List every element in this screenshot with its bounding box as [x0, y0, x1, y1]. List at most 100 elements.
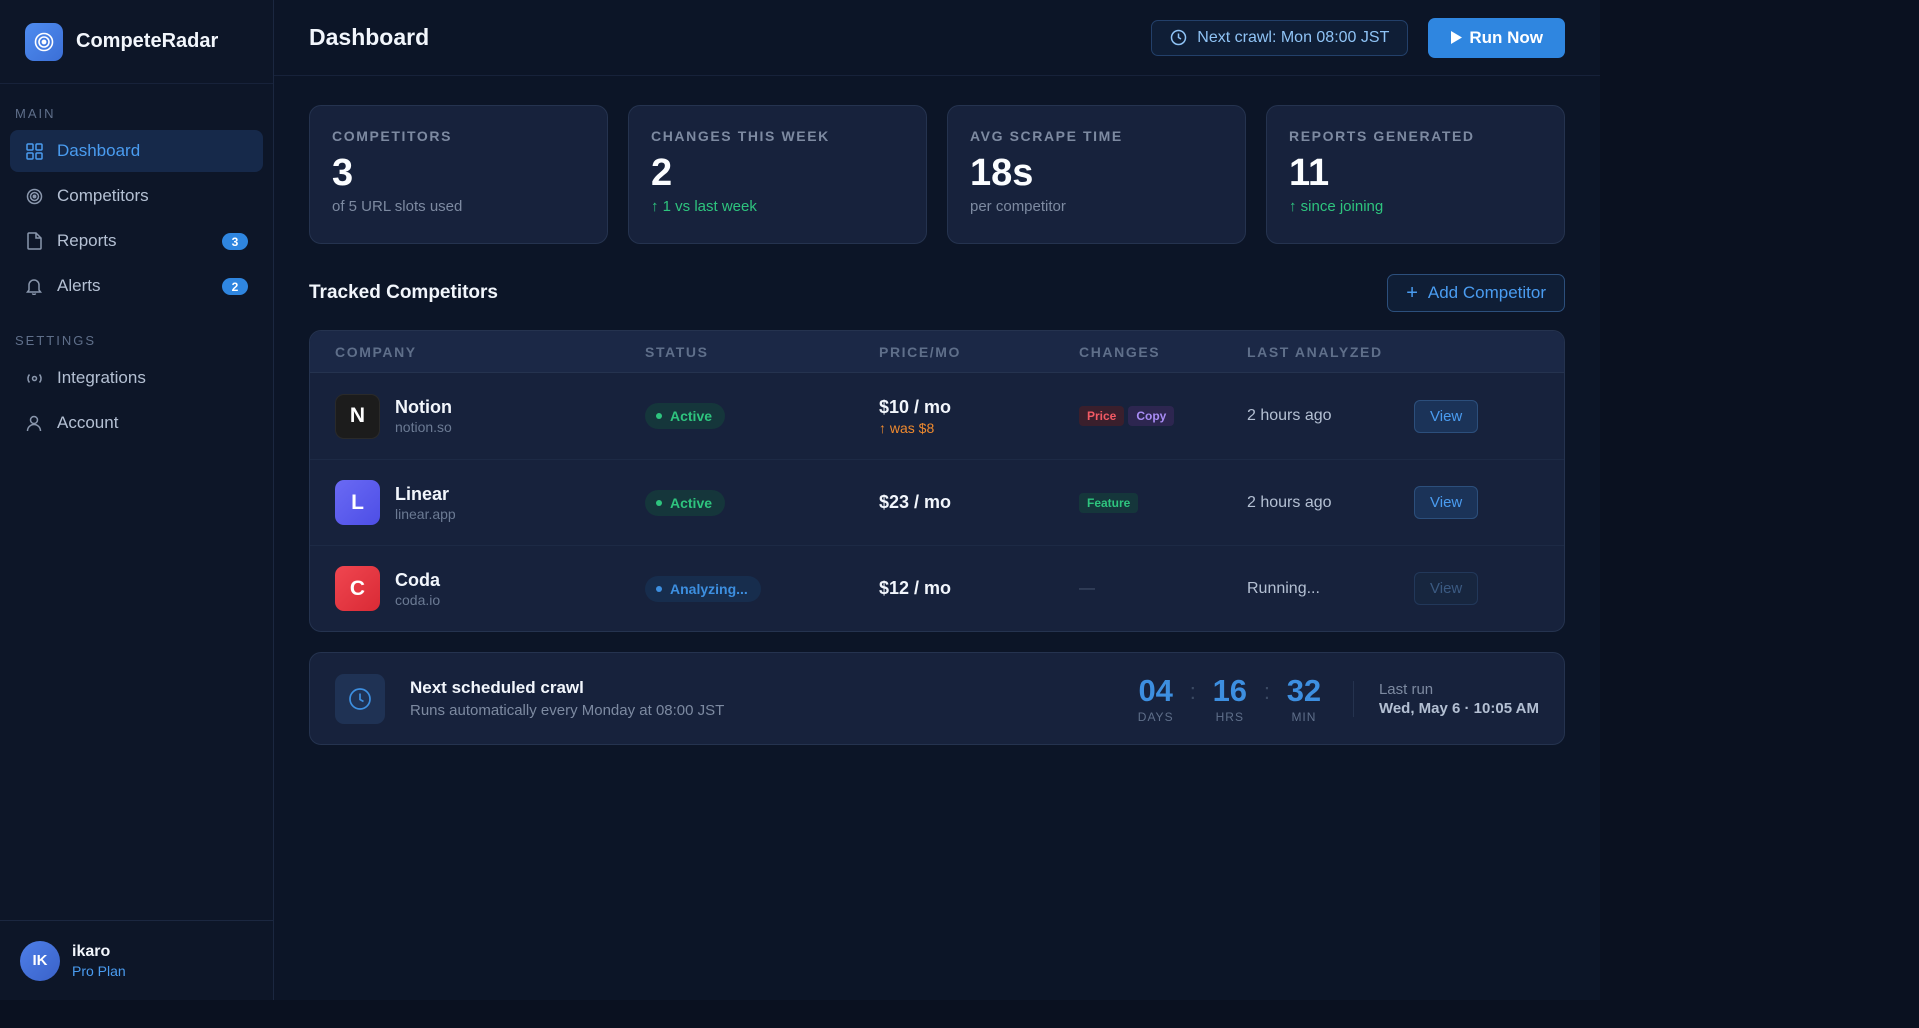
- stat-card-changes: CHANGES THIS WEEK 2 ↑ 1 vs last week: [628, 105, 927, 244]
- target-icon: [25, 187, 43, 205]
- last-analyzed: 2 hours ago: [1247, 493, 1332, 511]
- nav-main: Dashboard Competitors Reports 3 Alerts 2: [0, 130, 273, 307]
- stat-card-competitors: COMPETITORS 3 of 5 URL slots used: [309, 105, 608, 244]
- stat-value: 3: [332, 152, 354, 194]
- last-run-label: Last run: [1378, 680, 1434, 698]
- countdown-hours: 16: [1212, 672, 1248, 708]
- competitors-table: COMPANY STATUS PRICE/MO CHANGES LAST ANA…: [309, 330, 1565, 632]
- page-title: Dashboard: [309, 24, 430, 50]
- view-button[interactable]: View: [1414, 486, 1479, 519]
- last-analyzed: Running...: [1247, 579, 1320, 597]
- table-row[interactable]: L Linear linear.app Active $23 / mo Feat…: [310, 459, 1564, 545]
- company-url: coda.io: [395, 591, 441, 608]
- view-button[interactable]: View: [1414, 572, 1479, 605]
- main-content: Dashboard Next crawl: Mon 08:00 JST Run …: [274, 0, 1600, 1000]
- stat-card-reports: REPORTS GENERATED 11 ↑ since joining: [1266, 105, 1565, 244]
- competitors-section-header: Tracked Competitors + Add Competitor: [309, 274, 1565, 312]
- change-tag-price: Price: [1079, 406, 1125, 426]
- stat-subtext: per competitor: [970, 198, 1066, 215]
- app-window: CompeteRadar MAIN Dashboard Competitors: [0, 0, 1600, 1000]
- next-crawl-indicator: Next crawl: Mon 08:00 JST: [1151, 19, 1409, 56]
- table-row[interactable]: N Notion notion.so Active $10 / mo ↑ was…: [310, 373, 1564, 459]
- sidebar-item-competitors[interactable]: Competitors: [10, 175, 263, 217]
- reports-count-badge: 3: [222, 233, 248, 250]
- section-title: Tracked Competitors: [309, 282, 498, 303]
- company-name: Linear: [395, 483, 450, 504]
- sidebar-item-label: Account: [57, 413, 119, 432]
- notion-logo: N: [335, 393, 380, 439]
- stat-subtext: ↑ since joining: [1289, 198, 1384, 215]
- company-name: Coda: [395, 569, 440, 590]
- clock-icon: [335, 673, 385, 724]
- stat-label: COMPETITORS: [332, 128, 453, 144]
- play-icon: [1450, 30, 1463, 45]
- company-url: notion.so: [395, 419, 452, 435]
- run-now-button[interactable]: Run Now: [1428, 17, 1565, 58]
- last-run: Last run Wed, May 6 · 10:05 AM: [1352, 680, 1539, 717]
- table-row[interactable]: C Coda coda.io Analyzing... $12 / mo — R…: [310, 545, 1564, 631]
- brand[interactable]: CompeteRadar: [0, 0, 273, 84]
- status-text: Active: [670, 408, 713, 424]
- stat-label: CHANGES THIS WEEK: [651, 128, 830, 144]
- column-header-last-analyzed[interactable]: LAST ANALYZED: [1247, 344, 1414, 360]
- status-text: Active: [670, 494, 713, 511]
- stat-value: 18s: [970, 152, 1034, 194]
- sidebar-item-integrations[interactable]: Integrations: [10, 357, 263, 399]
- section-label-main: MAIN: [15, 106, 56, 121]
- avatar: IK: [20, 940, 60, 981]
- price-value: $23 / mo: [879, 492, 952, 512]
- next-crawl-text: Next crawl: Mon 08:00 JST: [1197, 28, 1390, 46]
- sidebar-item-label: Dashboard: [57, 141, 141, 160]
- countdown-separator: :: [1263, 678, 1270, 704]
- user-name: ikaro: [72, 942, 111, 960]
- user-profile[interactable]: IK ikaro Pro Plan: [0, 920, 273, 1000]
- status-badge: Analyzing...: [645, 575, 761, 602]
- no-changes: —: [1079, 579, 1095, 597]
- column-header-changes[interactable]: CHANGES: [1079, 344, 1247, 360]
- sidebar-item-label: Alerts: [57, 276, 101, 295]
- change-tag-copy: Copy: [1128, 406, 1175, 426]
- coda-logo: C: [335, 566, 380, 611]
- document-icon: [25, 232, 43, 250]
- add-competitor-button[interactable]: + Add Competitor: [1387, 274, 1565, 312]
- bell-icon: [25, 277, 43, 295]
- column-header-price[interactable]: PRICE/MO: [879, 344, 1079, 360]
- sidebar-item-alerts[interactable]: Alerts 2: [10, 265, 263, 307]
- stat-value: 2: [651, 152, 673, 194]
- table-header: COMPANY STATUS PRICE/MO CHANGES LAST ANA…: [310, 331, 1564, 373]
- sidebar-item-label: Reports: [57, 231, 117, 250]
- status-badge: Active: [645, 403, 726, 429]
- clock-icon: [1170, 29, 1187, 46]
- last-run-value: Wed, May 6 · 10:05 AM: [1378, 699, 1539, 717]
- sidebar-item-reports[interactable]: Reports 3: [10, 220, 263, 262]
- column-header-status[interactable]: STATUS: [645, 344, 879, 360]
- stat-subtext: ↑ 1 vs last week: [651, 198, 757, 215]
- brand-name: CompeteRadar: [76, 30, 219, 52]
- status-dot-icon: [656, 585, 662, 592]
- change-tag-feature: Feature: [1079, 492, 1139, 513]
- countdown: 04 DAYS : 16 HRS : 32 MIN: [1132, 672, 1328, 724]
- countdown-minutes-label: MIN: [1291, 709, 1317, 724]
- stats-row: COMPETITORS 3 of 5 URL slots used CHANGE…: [309, 105, 1565, 244]
- run-now-label: Run Now: [1469, 27, 1543, 47]
- stat-card-scrape-time: AVG SCRAPE TIME 18s per competitor: [947, 105, 1246, 244]
- add-competitor-label: Add Competitor: [1427, 283, 1546, 302]
- sidebar-item-dashboard[interactable]: Dashboard: [10, 130, 263, 172]
- section-label-settings: SETTINGS: [15, 333, 97, 348]
- sidebar-item-label: Competitors: [57, 186, 149, 205]
- next-scheduled-crawl-card: Next scheduled crawl Runs automatically …: [309, 652, 1565, 745]
- price-value: $12 / mo: [879, 578, 952, 598]
- company-name: Notion: [395, 397, 452, 417]
- alerts-count-badge: 2: [222, 278, 248, 295]
- column-header-company[interactable]: COMPANY: [310, 344, 645, 360]
- status-badge: Active: [645, 489, 726, 516]
- user-icon: [25, 414, 43, 432]
- plus-icon: +: [1406, 282, 1418, 304]
- topbar: Dashboard Next crawl: Mon 08:00 JST Run …: [274, 0, 1600, 76]
- sidebar-item-account[interactable]: Account: [10, 402, 263, 444]
- countdown-separator: :: [1189, 678, 1196, 704]
- view-button[interactable]: View: [1414, 399, 1479, 433]
- grid-icon: [25, 142, 43, 160]
- crawl-title: Next scheduled crawl: [410, 678, 584, 697]
- status-dot-icon: [656, 499, 662, 506]
